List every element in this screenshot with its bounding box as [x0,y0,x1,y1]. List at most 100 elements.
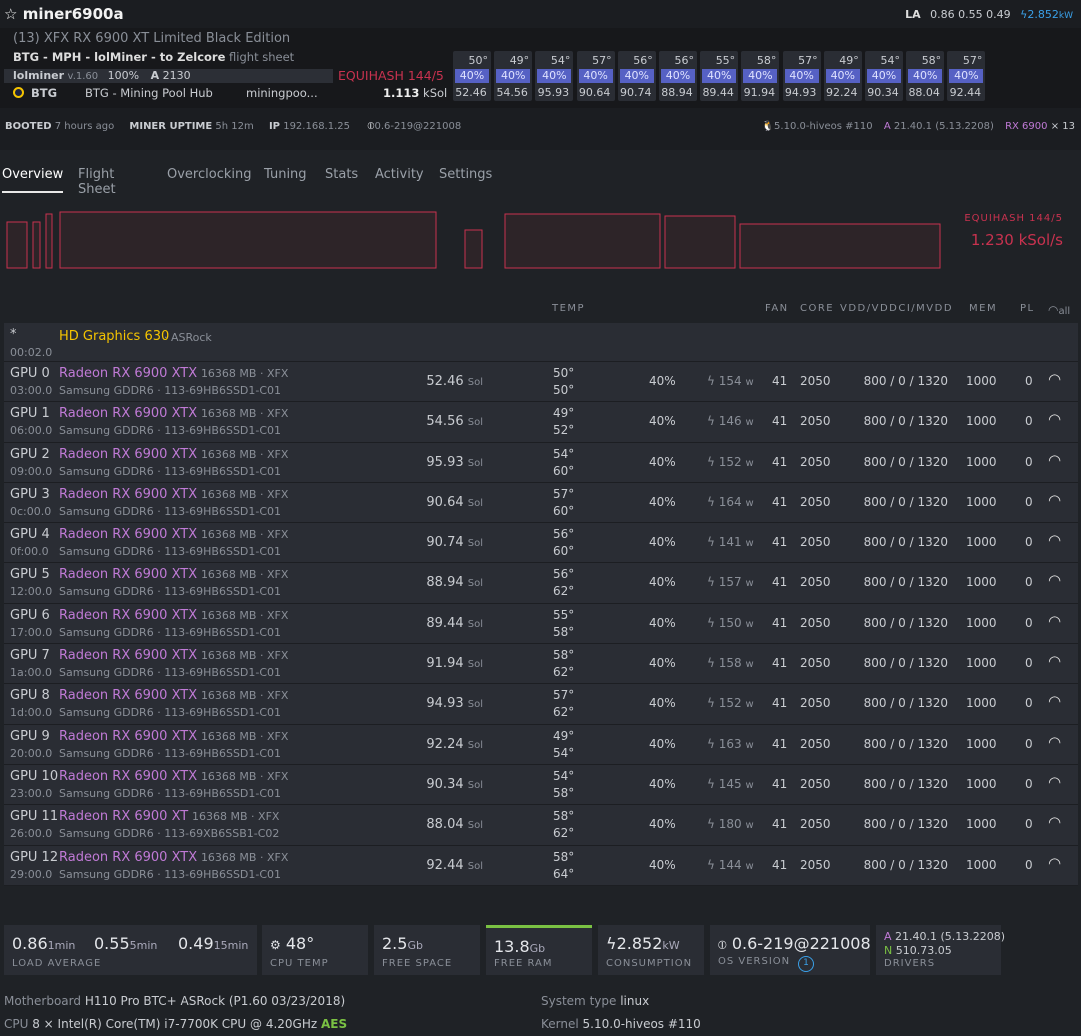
tab-settings[interactable]: Settings [439,167,492,182]
gpu-id: GPU 11 [10,809,59,825]
gauge-icon[interactable]: ◠ [1048,773,1061,791]
graph-segment [664,215,736,269]
gpu-temp: 57° [553,486,575,501]
amd-driver: 21.40.1 (5.13.2208) [893,121,994,132]
gpu-tile[interactable]: 56° 40% 88.94 [659,51,697,101]
gauge-icon[interactable]: ◠ [1048,410,1061,428]
tab-overclocking[interactable]: Overclocking [167,167,251,182]
gpu-temp: 49° [553,728,575,743]
gpu-tile[interactable]: 54° 40% 95.93 [535,51,574,101]
gpu-power-limit: 0 [1025,817,1033,832]
tile-fan: 40% [702,69,737,83]
cpu-label: CPU [4,1017,29,1031]
tile-fan: 40% [537,69,572,83]
tab-stats[interactable]: Stats [325,167,358,182]
gpu-row[interactable]: GPU 12 29:00.0 Radeon RX 6900 XTX 16368 … [4,845,1078,886]
gpu-fan-percent: 40% [649,454,676,469]
gpu-row[interactable]: GPU 1 06:00.0 Radeon RX 6900 XTX 16368 M… [4,402,1078,443]
gauge-icon[interactable]: ◠ [1048,571,1061,589]
gpu-power-limit: 0 [1025,857,1033,872]
tile-fan: 40% [867,69,901,83]
gpu-mem-clock: 1000 [966,696,997,711]
gpu-fan-percent: 40% [649,494,676,509]
gpu-temp: 54° [553,768,575,783]
gpu-tile[interactable]: 50° 40% 52.46 [453,51,491,101]
gauge-icon[interactable]: ◠ [1048,370,1061,388]
gpu-voltages: 800 / 0 / 1320 [863,615,948,630]
gpu-row[interactable]: GPU 3 0c:00.0 Radeon RX 6900 XTX 16368 M… [4,482,1078,524]
gauge-icon[interactable]: ◠ [1048,733,1061,751]
gpu-memory: 16368 MB · XFX [200,528,289,542]
gpu-row[interactable]: GPU 5 12:00.0 Radeon RX 6900 XTX 16368 M… [4,563,1078,604]
gpu-hashrate: 88.04 [426,817,464,833]
gpu-row[interactable]: GPU 9 20:00.0 Radeon RX 6900 XTX 16368 M… [4,724,1078,765]
gpu-mem-clock: 1000 [966,736,997,751]
gpu-table: * 00:02.0 HD Graphics 630 · ASRock GPU 0… [4,323,1078,886]
gauge-icon[interactable]: ◠ [1048,491,1061,509]
gpu-row[interactable]: GPU 0 03:00.0 Radeon RX 6900 XTX 16368 M… [4,362,1078,403]
gpu-row[interactable]: GPU 4 0f:00.0 Radeon RX 6900 XTX 16368 M… [4,523,1078,564]
flight-sheet[interactable]: BTG - MPH - lolMiner - to Zelcore flight… [13,50,294,64]
gpu-hashrate: 54.56 [426,414,464,430]
gauge-icon[interactable]: ◠ [1048,652,1061,670]
gpu-mem-clock: 1000 [966,575,997,590]
gpu-name: Radeon RX 6900 XTX [59,366,198,381]
gpu-row[interactable]: GPU 8 1d:00.0 Radeon RX 6900 XTX 16368 M… [4,684,1078,725]
gpu-row[interactable]: GPU 10 23:00.0 Radeon RX 6900 XTX 16368 … [4,764,1078,806]
gpu-bus: 20:00.0 [10,746,53,760]
gauge-icon[interactable]: ◠ [1048,854,1061,872]
tile-fan: 40% [661,69,695,83]
gpu-tile[interactable]: 57° 40% 90.64 [576,51,615,101]
gpu-voltages: 800 / 0 / 1320 [863,454,948,469]
star-icon[interactable]: ☆ [4,5,17,23]
gpu-tile[interactable]: 55° 40% 89.44 [700,51,739,101]
gpu-name: Radeon RX 6900 XT [59,809,189,825]
igpu-row[interactable]: * 00:02.0 HD Graphics 630 · ASRock [4,323,1078,362]
gpu-power-limit: 0 [1025,494,1033,509]
gpu-name: Radeon RX 6900 XTX [59,486,198,502]
gpu-tile[interactable]: 57° 40% 94.93 [782,51,821,101]
gpu-temp: 57° [553,688,575,703]
gpu-tile[interactable]: 49° 40% 54.56 [494,51,533,101]
tab-tuning[interactable]: Tuning [264,167,307,182]
booted-label: BOOTED [5,121,52,132]
tune-all-button[interactable]: ◠all [1048,303,1070,317]
gpu-row[interactable]: GPU 11 26:00.0 Radeon RX 6900 XT 16368 M… [4,805,1078,846]
gpu-tile[interactable]: 57° 40% 92.44 [947,51,986,101]
tab-activity[interactable]: Activity [375,167,424,182]
tab-flight-sheet[interactable]: Flight Sheet [78,167,116,197]
flight-sheet-name[interactable]: BTG - MPH - lolMiner - to Zelcore [13,50,225,64]
tile-fan: 40% [578,69,613,83]
gpu-tile[interactable]: 54° 40% 90.34 [865,51,903,101]
graph-segment [739,223,941,269]
gpu-tile[interactable]: 56° 40% 90.74 [617,51,656,101]
gpu-fan-percent: 40% [649,374,676,388]
gpu-power-limit: 0 [1025,656,1033,671]
graph-segment [6,221,28,269]
gpu-row[interactable]: GPU 6 17:00.0 Radeon RX 6900 XTX 16368 M… [4,603,1078,645]
ip-label: IP [268,121,281,132]
gpu-fan-setting: 41 [772,656,788,671]
gpu-name: Radeon RX 6900 XTX [59,688,198,704]
os-update-badge[interactable]: 1 [798,956,814,972]
gpu-row[interactable]: GPU 2 09:00.0 Radeon RX 6900 XTX 16368 M… [4,442,1078,483]
gauge-icon[interactable]: ◠ [1048,813,1061,831]
gpu-fan-percent: 40% [649,736,676,751]
gpu-id: GPU 3 [10,486,50,502]
gpu-hashrate-unit: Sol [467,497,483,509]
amd-label: A [883,121,891,132]
tab-overview[interactable]: Overview [2,167,64,193]
system-type-label: System type [541,994,617,1008]
gauge-icon[interactable]: ◠ [1048,531,1061,549]
graph-segment [59,211,437,269]
gpu-tile[interactable]: 58° 40% 91.94 [741,51,780,101]
gpu-row[interactable]: GPU 7 1a:00.0 Radeon RX 6900 XTX 16368 M… [4,644,1078,685]
gpu-power-limit: 0 [1025,776,1033,791]
free-space: 2.5 [382,934,408,953]
gauge-icon[interactable]: ◠ [1048,451,1061,469]
gpu-tile[interactable]: 58° 40% 88.04 [906,51,945,101]
gpu-fan-percent: 40% [649,414,676,429]
gauge-icon[interactable]: ◠ [1048,612,1061,630]
gauge-icon[interactable]: ◠ [1048,692,1061,710]
gpu-tile[interactable]: 49° 40% 92.24 [823,51,862,101]
